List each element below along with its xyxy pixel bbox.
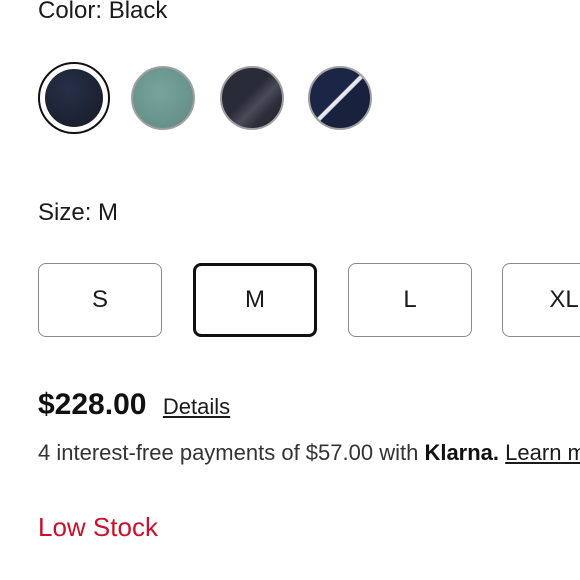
price-row: $228.00 Details [38, 388, 230, 422]
klarna-logo-text: Klarna. [424, 440, 500, 465]
swatch-navy-stripe-fill [308, 66, 372, 130]
learn-more-link[interactable]: Learn more [505, 440, 580, 465]
size-option-l[interactable]: L [348, 263, 472, 337]
swatch-charcoal[interactable] [220, 66, 284, 130]
details-link[interactable]: Details [163, 394, 230, 419]
stock-status: Low Stock [38, 512, 158, 542]
installments-prefix: 4 interest-free payments of $57.00 with [38, 440, 425, 465]
size-option-s[interactable]: S [38, 263, 162, 337]
installments-text: 4 interest-free payments of $57.00 with … [38, 440, 580, 466]
color-swatches [38, 62, 578, 134]
swatch-black[interactable] [38, 62, 110, 134]
swatch-charcoal-fill [220, 66, 284, 130]
size-options: S M L XL [38, 263, 580, 339]
swatch-teal-grey-fill [131, 66, 195, 130]
size-option-xl[interactable]: XL [502, 263, 580, 337]
size-label: Size: M [38, 199, 119, 226]
swatch-navy-stripe[interactable] [308, 66, 372, 130]
color-label: Color: Black [38, 0, 168, 24]
size-option-m[interactable]: M [193, 263, 317, 337]
price-amount: $228.00 [38, 388, 147, 421]
swatch-teal-grey[interactable] [131, 66, 195, 130]
swatch-black-fill [45, 69, 103, 127]
